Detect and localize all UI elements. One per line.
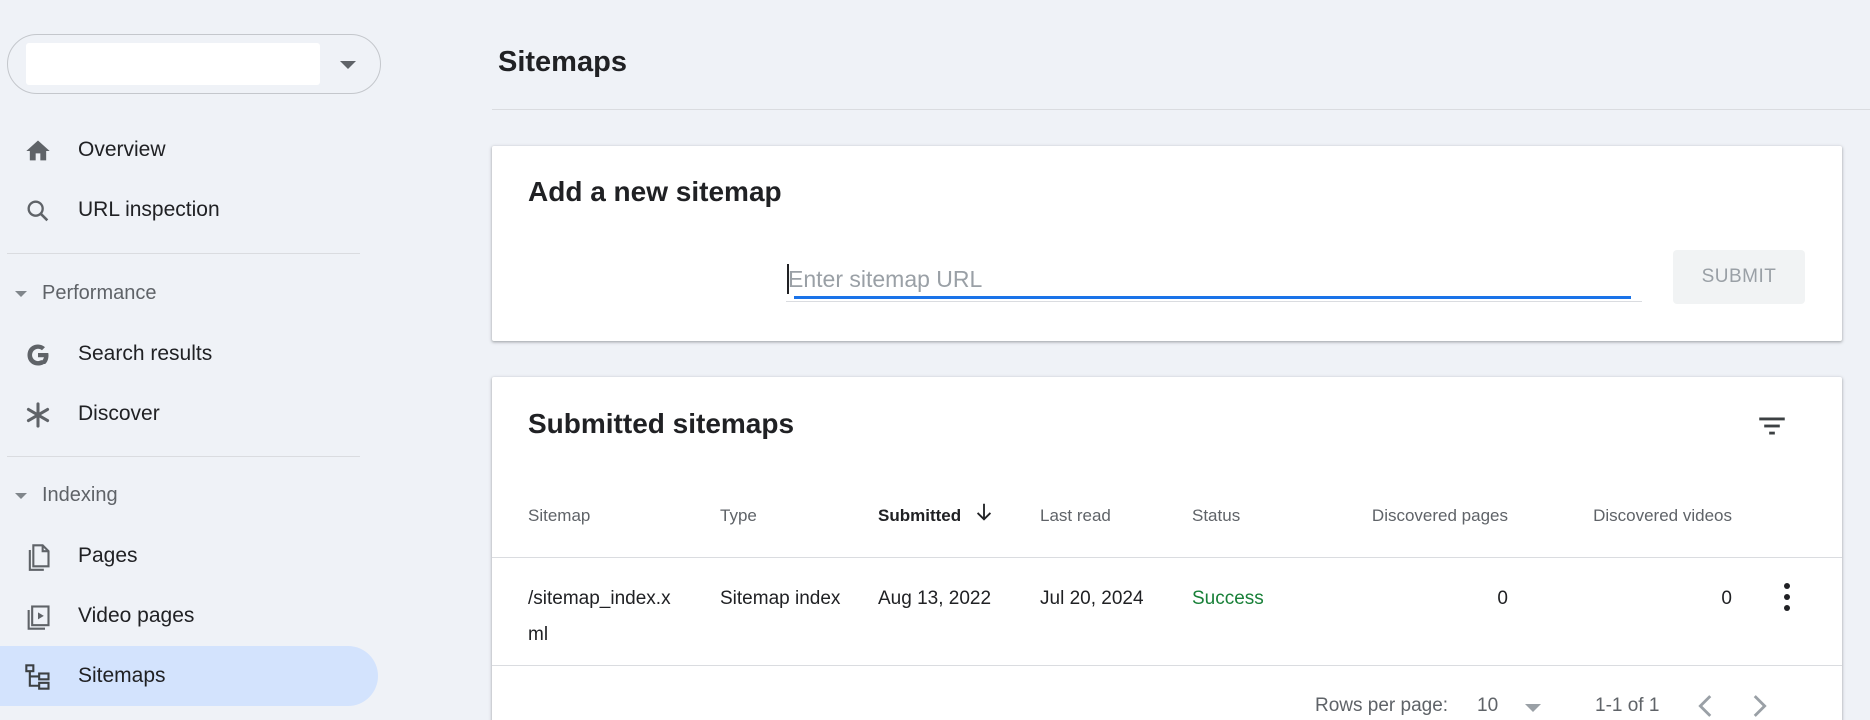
nav-label: Discover (78, 402, 160, 425)
dropdown-caret-icon (1525, 704, 1541, 712)
filter-icon[interactable] (1755, 409, 1789, 443)
nav-item-pages[interactable]: Pages (0, 526, 378, 586)
sidebar-divider (7, 253, 360, 254)
card-title: Submitted sitemaps (528, 408, 795, 439)
more-vert-icon[interactable] (1775, 577, 1799, 617)
collapse-triangle-icon (15, 493, 27, 499)
asterisk-icon (24, 401, 52, 429)
pagination-range: 1-1 of 1 (1595, 695, 1660, 716)
column-header-sitemap[interactable]: Sitemap (528, 506, 590, 526)
sidebar: Overview URL inspection Performance Sear… (0, 0, 390, 720)
sitemap-icon (24, 663, 52, 691)
chevron-right-icon[interactable] (1742, 689, 1776, 720)
chevron-left-icon[interactable] (1689, 689, 1723, 720)
nav-label: Search results (78, 342, 213, 365)
dropdown-caret-icon (340, 61, 356, 69)
discovered-videos-count: 0 (1721, 588, 1732, 609)
submit-button[interactable]: SUBMIT (1673, 250, 1805, 304)
rows-per-page-value: 10 (1477, 695, 1499, 716)
property-selector[interactable] (7, 34, 381, 94)
column-header-discovered-videos[interactable]: Discovered videos (1552, 506, 1732, 526)
sidebar-divider (7, 456, 360, 457)
title-divider (492, 109, 1870, 110)
sitemap-type: Sitemap index (720, 588, 841, 609)
last-read-date: Jul 20, 2024 (1040, 588, 1144, 609)
sitemap-path-line: /sitemap_index.x (528, 588, 671, 609)
section-indexing[interactable]: Indexing (0, 472, 378, 520)
rows-per-page-label: Rows per page: (1315, 695, 1449, 716)
nav-label: Video pages (78, 604, 195, 627)
nav-item-discover[interactable]: Discover (0, 384, 378, 444)
nav-label: Pages (78, 544, 138, 567)
nav-label: Overview (78, 138, 166, 161)
nav-item-overview[interactable]: Overview (0, 120, 378, 180)
sitemap-path[interactable]: /sitemap_index.x ml (528, 581, 688, 653)
section-label: Indexing (42, 484, 118, 506)
sort-descending-icon[interactable] (973, 501, 995, 523)
nav-label: URL inspection (78, 198, 220, 221)
card-title: Add a new sitemap (528, 176, 782, 207)
column-header-status[interactable]: Status (1192, 506, 1240, 526)
input-focus-underline (794, 296, 1631, 299)
nav-item-video-pages[interactable]: Video pages (0, 586, 378, 646)
collapse-triangle-icon (15, 291, 27, 297)
home-icon (24, 137, 52, 165)
text-cursor (787, 264, 789, 294)
column-header-last-read[interactable]: Last read (1040, 506, 1111, 526)
rows-per-page-select[interactable]: 10 (1477, 690, 1557, 720)
property-name (26, 43, 320, 85)
add-sitemap-card: Add a new sitemap SUBMIT (492, 146, 1842, 341)
nav-label: Sitemaps (78, 664, 166, 687)
section-label: Performance (42, 282, 157, 304)
video-pages-icon (24, 603, 52, 631)
page-title: Sitemaps (498, 46, 627, 78)
discovered-pages-count: 0 (1497, 588, 1508, 609)
google-g-icon (24, 341, 52, 369)
submitted-date: Aug 13, 2022 (878, 588, 992, 609)
table-divider (492, 665, 1842, 666)
section-performance[interactable]: Performance (0, 270, 378, 318)
nav-item-url-inspection[interactable]: URL inspection (0, 180, 378, 240)
nav-item-search-results[interactable]: Search results (0, 324, 378, 384)
status-badge: Success (1192, 588, 1264, 609)
submitted-sitemaps-card: Submitted sitemaps Sitemap Type Submitte… (492, 377, 1842, 720)
sitemap-path-line: ml (528, 624, 549, 645)
column-header-type[interactable]: Type (720, 506, 757, 526)
column-header-submitted[interactable]: Submitted (878, 506, 961, 526)
pages-icon (24, 543, 52, 571)
search-icon (24, 197, 52, 225)
nav-item-sitemaps[interactable]: Sitemaps (0, 646, 378, 706)
table-divider (492, 557, 1842, 558)
column-header-discovered-pages[interactable]: Discovered pages (1344, 506, 1508, 526)
